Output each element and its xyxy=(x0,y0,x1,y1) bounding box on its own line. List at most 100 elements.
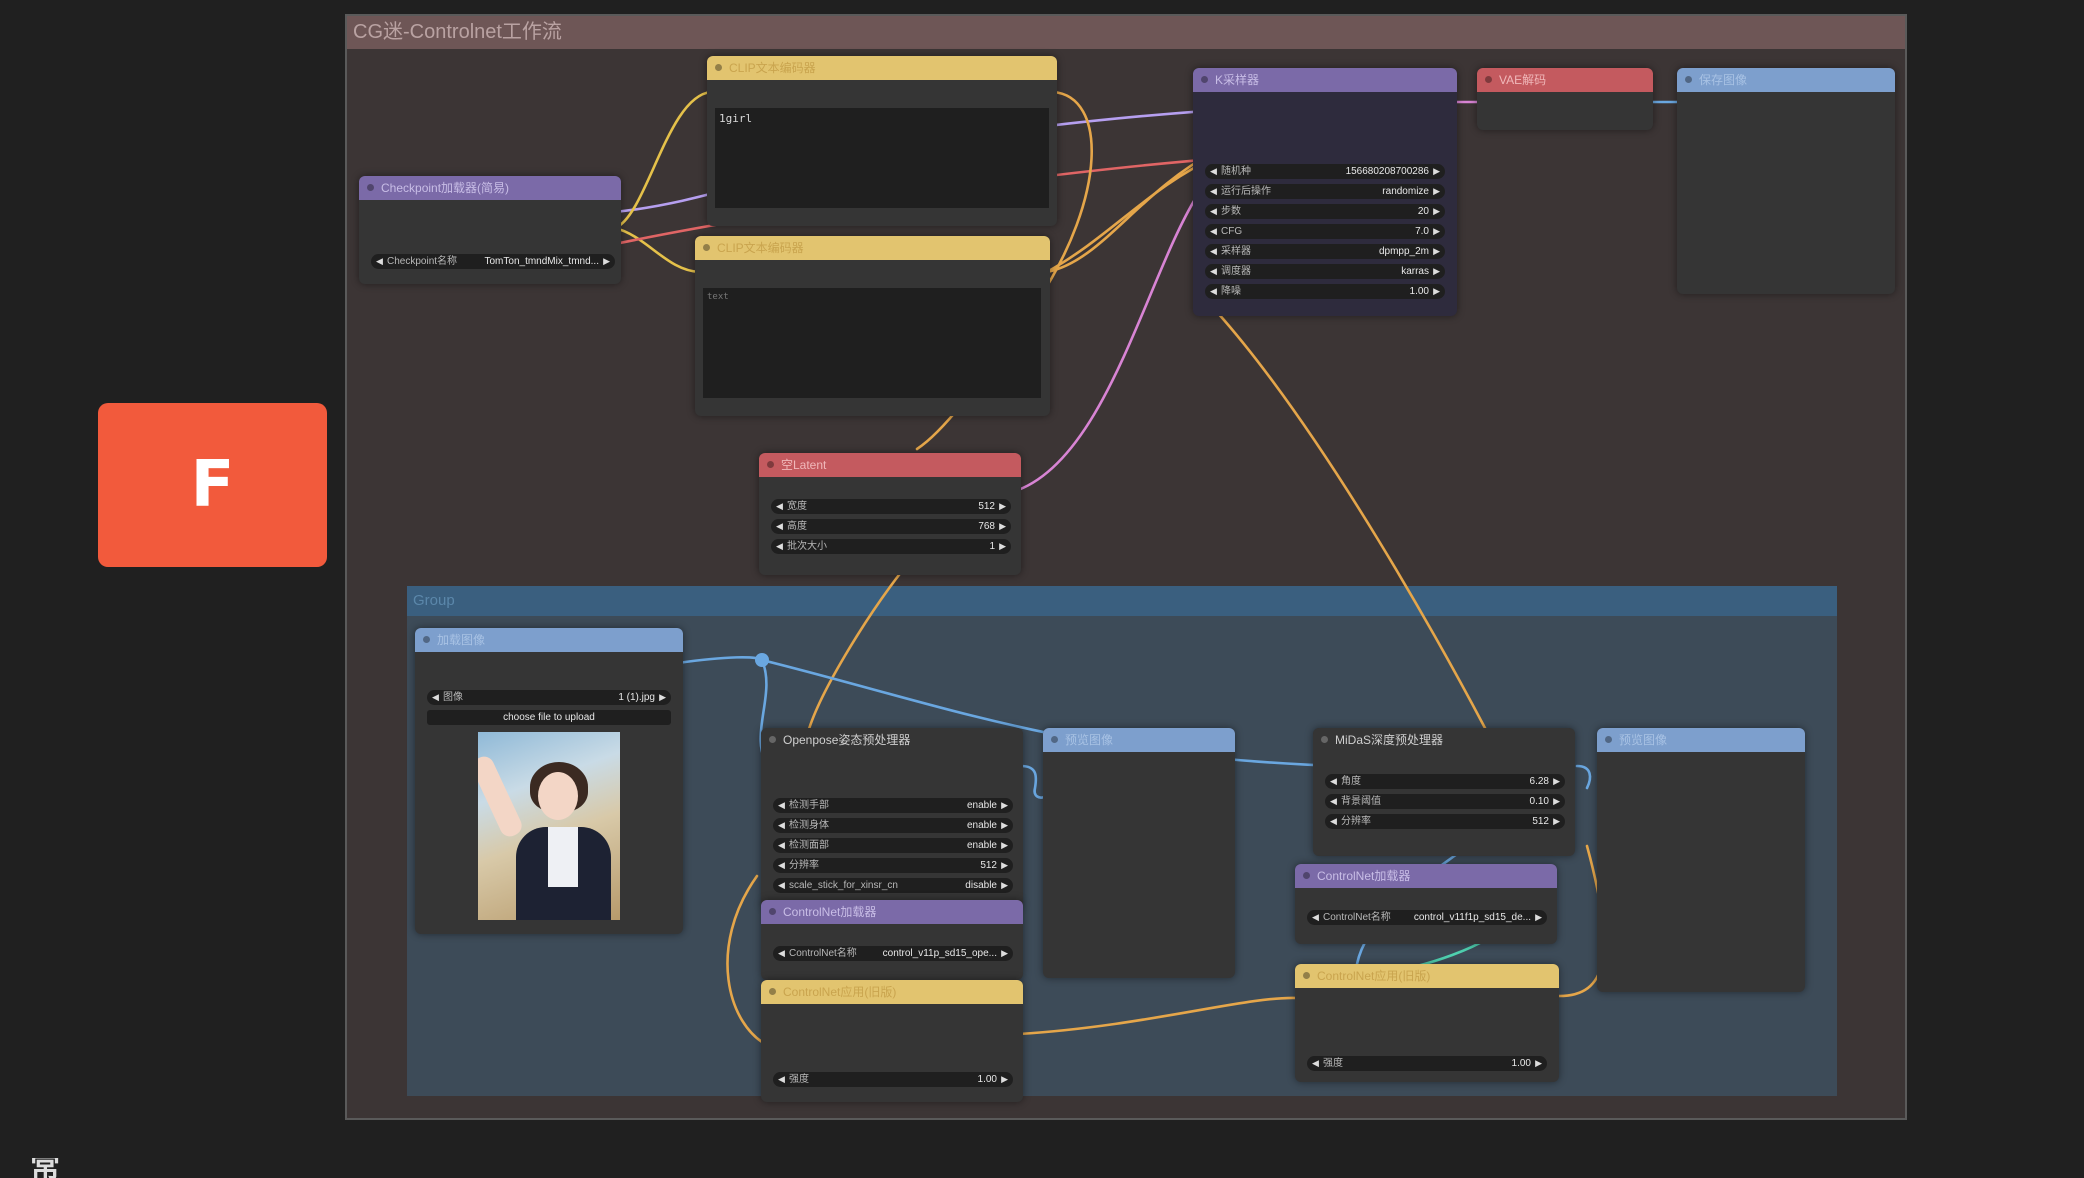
controlnet-name-widget[interactable]: ◀ ControlNet名称 control_v11f1p_sd15_de...… xyxy=(1307,910,1547,925)
param-widget[interactable]: ◀ 分辨率 512 ▶ xyxy=(1325,814,1565,829)
node-header[interactable]: ControlNet应用(旧版) xyxy=(761,980,1023,1004)
prompt-textarea[interactable]: 1girl xyxy=(715,108,1049,208)
arrow-right-icon[interactable]: ▶ xyxy=(1001,838,1008,853)
node-header[interactable]: 空Latent xyxy=(759,453,1021,477)
controlnet-apply-2[interactable]: ControlNet应用(旧版) ◀ 强度 1.00 ▶ xyxy=(1295,964,1559,1082)
arrow-left-icon[interactable]: ◀ xyxy=(1210,284,1217,299)
arrow-right-icon[interactable]: ▶ xyxy=(1433,184,1440,199)
arrow-right-icon[interactable]: ▶ xyxy=(1433,164,1440,179)
arrow-left-icon[interactable]: ◀ xyxy=(1210,164,1217,179)
arrow-left-icon[interactable]: ◀ xyxy=(1210,244,1217,259)
image-select-widget[interactable]: ◀ 图像 1 (1).jpg ▶ xyxy=(427,690,671,705)
arrow-right-icon[interactable]: ▶ xyxy=(659,690,666,705)
arrow-left-icon[interactable]: ◀ xyxy=(778,798,785,813)
arrow-left-icon[interactable]: ◀ xyxy=(1312,1056,1319,1071)
param-widget[interactable]: ◀ 运行后操作 randomize ▶ xyxy=(1205,184,1445,199)
arrow-right-icon[interactable]: ▶ xyxy=(1535,910,1542,925)
arrow-left-icon[interactable]: ◀ xyxy=(1330,774,1337,789)
arrow-left-icon[interactable]: ◀ xyxy=(778,818,785,833)
clip-text-encode-negative[interactable]: CLIP文本编码器 text xyxy=(695,236,1050,416)
node-header[interactable]: ControlNet加载器 xyxy=(1295,864,1557,888)
param-widget[interactable]: ◀ 检测手部 enable ▶ xyxy=(773,798,1013,813)
arrow-right-icon[interactable]: ▶ xyxy=(1553,794,1560,809)
arrow-left-icon[interactable]: ◀ xyxy=(1210,264,1217,279)
clip-text-encode-positive[interactable]: CLIP文本编码器 1girl xyxy=(707,56,1057,226)
arrow-left-icon[interactable]: ◀ xyxy=(778,858,785,873)
strength-widget[interactable]: ◀ 强度 1.00 ▶ xyxy=(1307,1056,1547,1071)
arrow-right-icon[interactable]: ▶ xyxy=(1433,224,1440,239)
arrow-left-icon[interactable]: ◀ xyxy=(432,690,439,705)
param-widget[interactable]: ◀ 步数 20 ▶ xyxy=(1205,204,1445,219)
arrow-left-icon[interactable]: ◀ xyxy=(376,254,383,269)
param-widget[interactable]: ◀ 随机种 156680208700286 ▶ xyxy=(1205,164,1445,179)
node-header[interactable]: MiDaS深度预处理器 xyxy=(1313,728,1575,752)
controlnet-loader-depth[interactable]: ControlNet加载器 ◀ ControlNet名称 control_v11… xyxy=(1295,864,1557,944)
save-image[interactable]: 保存图像 xyxy=(1677,68,1895,294)
param-widget[interactable]: ◀ 调度器 karras ▶ xyxy=(1205,264,1445,279)
controlnet-apply-1[interactable]: ControlNet应用(旧版) ◀ 强度 1.00 ▶ xyxy=(761,980,1023,1102)
workflow-canvas[interactable]: CG迷-Controlnet工作流 Group CLIP文本编码器 1girl … xyxy=(345,14,1907,1120)
arrow-left-icon[interactable]: ◀ xyxy=(778,878,785,893)
controlnet-name-widget[interactable]: ◀ ControlNet名称 control_v11p_sd15_ope... … xyxy=(773,946,1013,961)
preview-image-1[interactable]: 预览图像 xyxy=(1043,728,1235,978)
arrow-right-icon[interactable]: ▶ xyxy=(1553,814,1560,829)
prompt-textarea[interactable]: text xyxy=(703,288,1041,398)
node-header[interactable]: ControlNet加载器 xyxy=(761,900,1023,924)
controlnet-loader-openpose[interactable]: ControlNet加载器 ◀ ControlNet名称 control_v11… xyxy=(761,900,1023,980)
param-widget[interactable]: ◀ CFG 7.0 ▶ xyxy=(1205,224,1445,239)
arrow-left-icon[interactable]: ◀ xyxy=(776,539,783,554)
arrow-right-icon[interactable]: ▶ xyxy=(1433,264,1440,279)
strength-widget[interactable]: ◀ 强度 1.00 ▶ xyxy=(773,1072,1013,1087)
param-widget[interactable]: ◀ 背景阈值 0.10 ▶ xyxy=(1325,794,1565,809)
node-header[interactable]: CLIP文本编码器 xyxy=(707,56,1057,80)
arrow-right-icon[interactable]: ▶ xyxy=(1001,878,1008,893)
arrow-left-icon[interactable]: ◀ xyxy=(1330,814,1337,829)
empty-latent-image[interactable]: 空Latent ◀ 宽度 512 ▶ ◀ 高度 768 ▶ ◀ 批次大小 1 ▶ xyxy=(759,453,1021,575)
arrow-left-icon[interactable]: ◀ xyxy=(1210,184,1217,199)
arrow-right-icon[interactable]: ▶ xyxy=(1001,798,1008,813)
node-header[interactable]: 保存图像 xyxy=(1677,68,1895,92)
arrow-left-icon[interactable]: ◀ xyxy=(1330,794,1337,809)
node-header[interactable]: Openpose姿态预处理器 xyxy=(761,728,1023,752)
arrow-right-icon[interactable]: ▶ xyxy=(603,254,610,269)
arrow-left-icon[interactable]: ◀ xyxy=(1210,204,1217,219)
ksampler[interactable]: K采样器 ◀ 随机种 156680208700286 ▶ ◀ 运行后操作 randomize… xyxy=(1193,68,1457,316)
arrow-left-icon[interactable]: ◀ xyxy=(778,838,785,853)
upload-button[interactable]: choose file to upload xyxy=(427,710,671,725)
arrow-right-icon[interactable]: ▶ xyxy=(1001,1072,1008,1087)
preview-image-2[interactable]: 预览图像 xyxy=(1597,728,1805,992)
arrow-right-icon[interactable]: ▶ xyxy=(1001,946,1008,961)
node-header[interactable]: 加载图像 xyxy=(415,628,683,652)
node-header[interactable]: ControlNet应用(旧版) xyxy=(1295,964,1559,988)
openpose-preprocessor[interactable]: Openpose姿态预处理器 ◀ 检测手部 enable ▶ ◀ 检测身体 enable ▶ ◀… xyxy=(761,728,1023,908)
node-header[interactable]: CLIP文本编码器 xyxy=(695,236,1050,260)
arrow-right-icon[interactable]: ▶ xyxy=(1001,858,1008,873)
param-widget[interactable]: ◀ 角度 6.28 ▶ xyxy=(1325,774,1565,789)
node-header[interactable]: Checkpoint加载器(简易) xyxy=(359,176,621,200)
param-widget[interactable]: ◀ 检测身体 enable ▶ xyxy=(773,818,1013,833)
param-widget[interactable]: ◀ 分辨率 512 ▶ xyxy=(773,858,1013,873)
midas-depth-preprocessor[interactable]: MiDaS深度预处理器 ◀ 角度 6.28 ▶ ◀ 背景阈值 0.10 ▶ ◀ 分辨率 512 ▶ xyxy=(1313,728,1575,856)
param-widget[interactable]: ◀ scale_stick_for_xinsr_cn disable ▶ xyxy=(773,878,1013,893)
arrow-left-icon[interactable]: ◀ xyxy=(776,499,783,514)
node-header[interactable]: 预览图像 xyxy=(1043,728,1235,752)
load-image[interactable]: 加载图像 ◀ 图像 1 (1).jpg ▶ choose file to upl… xyxy=(415,628,683,934)
arrow-left-icon[interactable]: ◀ xyxy=(1312,910,1319,925)
arrow-right-icon[interactable]: ▶ xyxy=(1433,204,1440,219)
arrow-right-icon[interactable]: ▶ xyxy=(1433,284,1440,299)
node-header[interactable]: 预览图像 xyxy=(1597,728,1805,752)
vae-decode[interactable]: VAE解码 xyxy=(1477,68,1653,130)
param-widget[interactable]: ◀ 宽度 512 ▶ xyxy=(771,499,1011,514)
param-widget[interactable]: ◀ 批次大小 1 ▶ xyxy=(771,539,1011,554)
node-header[interactable]: K采样器 xyxy=(1193,68,1457,92)
arrow-right-icon[interactable]: ▶ xyxy=(1001,818,1008,833)
arrow-right-icon[interactable]: ▶ xyxy=(1553,774,1560,789)
param-widget[interactable]: ◀ 高度 768 ▶ xyxy=(771,519,1011,534)
arrow-right-icon[interactable]: ▶ xyxy=(999,519,1006,534)
arrow-left-icon[interactable]: ◀ xyxy=(778,1072,785,1087)
param-widget[interactable]: ◀ 检测面部 enable ▶ xyxy=(773,838,1013,853)
checkpoint-name-widget[interactable]: ◀ Checkpoint名称 TomTon_tmndMix_tmnd... ▶ xyxy=(371,254,615,269)
arrow-right-icon[interactable]: ▶ xyxy=(999,539,1006,554)
checkpoint-loader[interactable]: Checkpoint加载器(简易) ◀ Checkpoint名称 TomTon_… xyxy=(359,176,621,284)
node-header[interactable]: VAE解码 xyxy=(1477,68,1653,92)
